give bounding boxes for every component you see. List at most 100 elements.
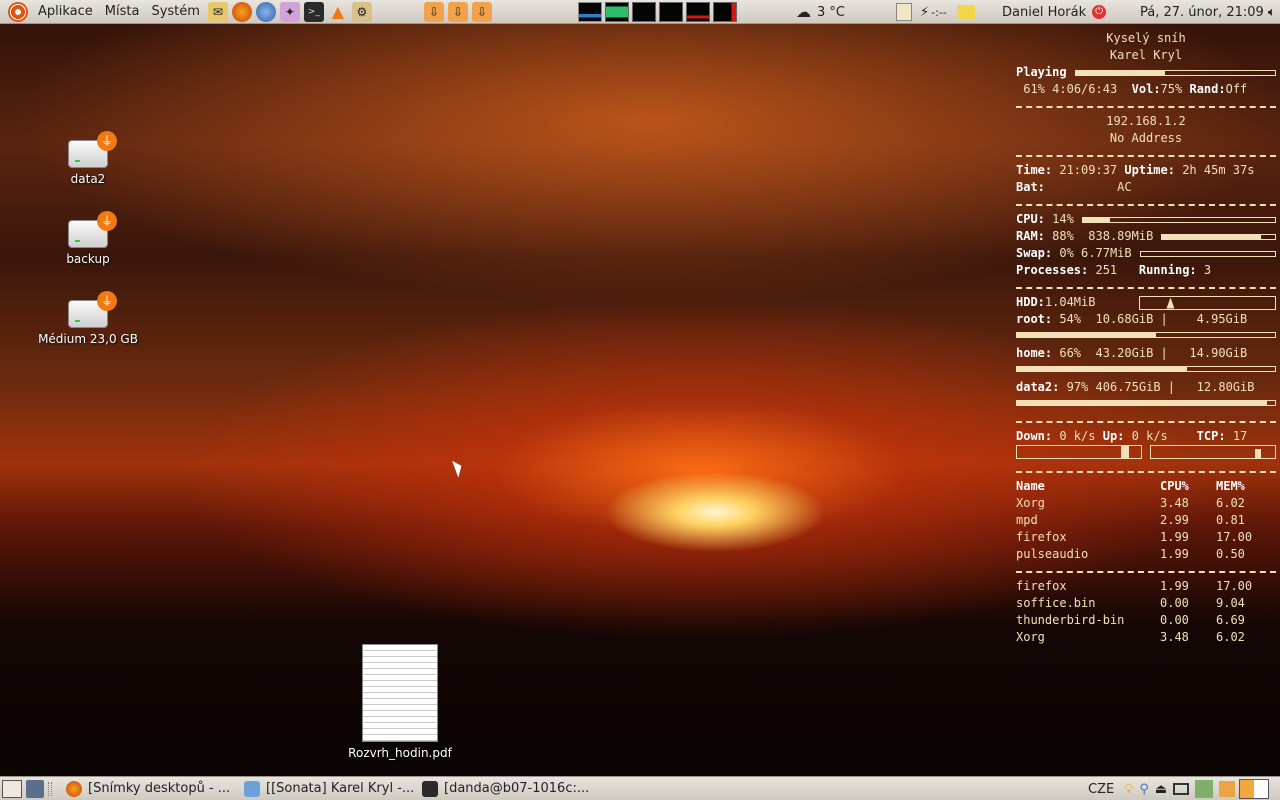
separator (1016, 272, 1276, 289)
song-artist: Karel Kryl (1109, 48, 1183, 62)
menu-places[interactable]: Místa (99, 0, 146, 24)
drive-icon: ⏚ (68, 211, 117, 248)
pidgin-launcher-icon[interactable]: ✦ (279, 1, 300, 22)
usb-badge-icon: ⏚ (97, 211, 117, 231)
swap-value: 0% (1059, 246, 1074, 260)
hdd-graph (1139, 295, 1276, 310)
process-mem: 17.00 (1216, 530, 1253, 544)
settings-launcher-icon[interactable]: ⚙ (351, 1, 372, 22)
song-progress-fill (1075, 70, 1166, 75)
usb-icon[interactable]: ⏏ (1155, 782, 1167, 797)
trash-icon[interactable] (1219, 781, 1236, 797)
usb-badge-icon: ⏚ (97, 291, 117, 311)
firefox-launcher-icon[interactable] (231, 1, 252, 22)
workspace-mini-icon[interactable] (1239, 779, 1270, 799)
clipboard-icon[interactable] (896, 3, 912, 21)
task-screenshots[interactable]: [Snímky desktopů - ... (60, 778, 238, 800)
up-value: 0 k/s (1131, 429, 1168, 443)
desktop-icon-label: Médium 23,0 GB (38, 332, 138, 346)
clock-applet[interactable]: Pá, 27. únor, 21:09 🔈︎ (1140, 0, 1276, 24)
ip-address: 192.168.1.2 (1106, 114, 1186, 128)
process-name: firefox (1016, 579, 1067, 593)
process-mem: 9.04 (1216, 596, 1245, 610)
workspace-1[interactable] (578, 2, 602, 22)
user-switcher[interactable]: Daniel Horák ⏻ (1002, 0, 1107, 24)
clock-text: Pá, 27. únor, 21:09 (1140, 4, 1264, 20)
uptime-value: 2h 45m 37s (1182, 163, 1255, 177)
menu-places-label: Místa (104, 4, 140, 19)
process-cpu: 3.48 (1160, 496, 1189, 510)
volume-icon[interactable]: 🔈︎ (1268, 5, 1276, 20)
time-value: 21:09:37 (1059, 163, 1118, 177)
task-label: [Snímky desktopů - ... (88, 781, 231, 796)
ubuntu-logo-icon[interactable] (8, 1, 28, 22)
workspace-4[interactable] (659, 2, 683, 22)
map-icon[interactable] (1195, 780, 1214, 798)
thunderbird-launcher-icon[interactable] (255, 1, 276, 22)
firefox-icon (66, 780, 82, 797)
workspace-2[interactable] (605, 2, 629, 22)
tray-icons-group: ⚡ -:-- (896, 0, 975, 24)
download-icon-1[interactable]: ⇩ (424, 2, 444, 22)
drive-icon: ⏚ (68, 131, 117, 168)
battery-text: -:-- (931, 5, 947, 19)
task-terminal[interactable]: [danda@b07-1016c:... (416, 778, 594, 800)
desktop-file-rozvrh[interactable]: Rozvrh_hodin.pdf (340, 644, 460, 760)
process-name: Xorg (1016, 496, 1045, 510)
process-cpu: 1.99 (1160, 579, 1189, 593)
notification-lightbulb-icon[interactable]: 💡︎ (1124, 782, 1133, 797)
ram-bar-fill (1162, 234, 1262, 239)
desktop-icon-medium[interactable]: ⏚ Médium 23,0 GB (28, 291, 148, 346)
network-icon[interactable]: ⚲ (1139, 782, 1149, 797)
separator (1016, 189, 1276, 206)
process-mem: 6.02 (1216, 496, 1245, 510)
show-desktop-icon[interactable] (2, 779, 22, 798)
weather-applet[interactable]: ☁ 3 °C (796, 0, 845, 24)
home-label: home: (1016, 346, 1053, 360)
window-list-icon[interactable] (26, 779, 44, 798)
separator (1016, 556, 1276, 573)
process-name: thunderbird-bin (1016, 613, 1125, 627)
workspace-3[interactable] (632, 2, 656, 22)
tcp-value: 17 (1232, 429, 1248, 443)
separator (1016, 406, 1276, 423)
data2-pct: 97% (1066, 380, 1089, 394)
download-icon-2[interactable]: ⇩ (448, 2, 468, 22)
process-table-header: Name CPU% MEM% (1016, 478, 1276, 495)
home-free: 14.90GiB (1189, 346, 1248, 360)
workspace-5[interactable] (686, 2, 710, 22)
power-plug-icon[interactable]: ⚡ (920, 5, 929, 20)
menu-system[interactable]: Systém (145, 0, 205, 24)
download-icon-3[interactable]: ⇩ (472, 2, 492, 22)
keyboard-layout[interactable]: CZE (1088, 782, 1114, 797)
desktop-icon-label: backup (66, 252, 110, 266)
vlc-launcher-icon[interactable]: ▲ (328, 2, 348, 22)
col-mem: MEM% (1216, 479, 1245, 493)
panel-handle[interactable] (48, 781, 52, 796)
folder-icon[interactable] (956, 5, 975, 19)
task-label: [danda@b07-1016c:... (444, 781, 590, 796)
terminal-icon (422, 780, 438, 797)
task-sonata[interactable]: [[Sonata] Karel Kryl -... (238, 778, 416, 800)
top-mem-table: firefox 1.99 17.00 soffice.bin 0.00 9.04 thu… (1016, 578, 1276, 646)
root-bar (1016, 332, 1276, 338)
swap-bar (1139, 250, 1276, 257)
mail-launcher-icon[interactable]: ✉ (207, 1, 228, 22)
terminal-launcher-icon[interactable]: >_ (303, 1, 324, 22)
menu-applications[interactable]: Aplikace (32, 0, 99, 24)
shutdown-icon[interactable]: ⏻ (1092, 5, 1107, 19)
desktop-icon-backup[interactable]: ⏚ backup (28, 211, 148, 266)
workspace-6[interactable] (713, 2, 737, 22)
data2-free: 12.80GiB (1196, 380, 1255, 394)
separator (1016, 456, 1276, 473)
ram-value: 88% (1052, 229, 1074, 243)
hdd-value: 1.04MiB (1044, 295, 1096, 309)
user-name: Daniel Horák (1002, 4, 1087, 20)
desktop-icon-data2[interactable]: ⏚ data2 (28, 131, 148, 186)
pdf-thumbnail (362, 644, 438, 742)
data2-label: data2: (1016, 380, 1060, 394)
process-name: firefox (1016, 530, 1067, 544)
bottom-tray: CZE 💡︎ ⚲ ⏏ (1088, 777, 1270, 800)
task-label: [[Sonata] Karel Kryl -... (266, 781, 415, 796)
monitor-icon[interactable] (1173, 783, 1190, 795)
